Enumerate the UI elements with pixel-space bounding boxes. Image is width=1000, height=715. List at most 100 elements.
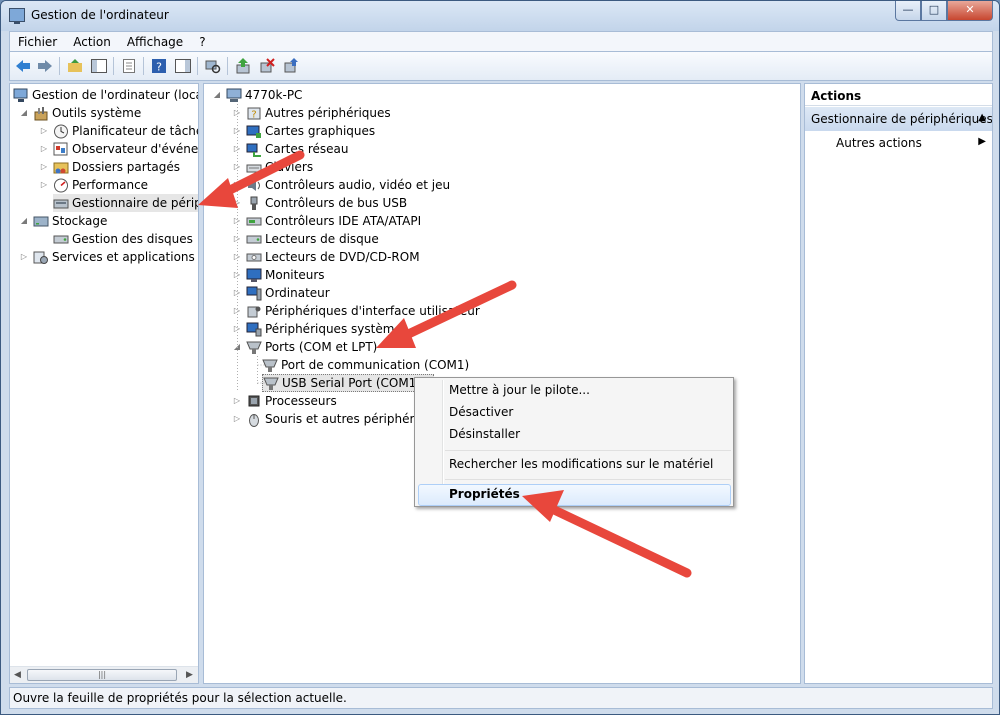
menu-fichier[interactable]: Fichier xyxy=(10,35,65,49)
tree-label-system-tools: Outils système xyxy=(52,106,142,120)
services-icon xyxy=(33,251,48,264)
horizontal-scrollbar[interactable]: ◀ ||| ▶ xyxy=(10,666,198,683)
scroll-thumb-grip: ||| xyxy=(97,670,107,679)
back-arrow-icon[interactable] xyxy=(14,57,32,75)
actions-section-label: Gestionnaire de périphériques xyxy=(811,112,992,126)
menu-separator xyxy=(445,479,731,480)
device-root-label: 4770k-PC xyxy=(245,88,303,102)
menu-uninstall[interactable]: Désinstaller xyxy=(449,427,520,441)
actions-header: Actions xyxy=(805,84,992,106)
menu-action[interactable]: Action xyxy=(65,35,119,49)
properties-icon[interactable] xyxy=(120,57,138,75)
tree-item-disk-management[interactable]: Gestion des disques xyxy=(53,230,193,248)
device-category-label: Périphériques système xyxy=(265,322,402,336)
device-category-label: Contrôleurs audio, vidéo et jeu xyxy=(265,178,451,192)
expand-arrow-icon[interactable]: ▷ xyxy=(39,162,49,172)
more-actions-item[interactable]: Autres actions ▶ xyxy=(836,136,986,150)
device-com17-selected[interactable]: USB Serial Port (COM17) xyxy=(262,374,434,392)
device-manager-icon xyxy=(53,199,69,208)
expand-arrow-icon[interactable]: ▷ xyxy=(232,414,242,424)
menu-bar: Fichier Action Affichage ? xyxy=(9,31,993,52)
update-driver-icon[interactable] xyxy=(234,57,252,75)
collapse-up-icon[interactable]: ▲ xyxy=(978,112,986,123)
menu-update-driver[interactable]: Mettre à jour le pilote... xyxy=(449,383,590,397)
scroll-thumb[interactable]: ||| xyxy=(27,669,177,681)
tools-icon xyxy=(34,106,48,120)
show-hide-action-pane-icon[interactable] xyxy=(174,57,192,75)
status-bar: Ouvre la feuille de propriétés pour la s… xyxy=(9,687,993,709)
menu-separator xyxy=(445,450,731,451)
device-category-label: Contrôleurs IDE ATA/ATAPI xyxy=(265,214,422,228)
tree-item-storage[interactable]: ◢ Stockage xyxy=(19,212,107,230)
event-viewer-icon xyxy=(53,142,68,155)
menu-scan-hardware[interactable]: Rechercher les modifications sur le maté… xyxy=(449,457,713,471)
tree-label-disk-management: Gestion des disques xyxy=(72,232,193,246)
expand-arrow-icon[interactable]: ▷ xyxy=(39,144,49,154)
device-com1[interactable]: Port de communication (COM1) xyxy=(262,356,469,374)
tree-item-performance[interactable]: ▷ Performance xyxy=(39,176,148,194)
minimize-button[interactable]: — xyxy=(895,1,921,21)
device-category[interactable]: ▷ Processeurs xyxy=(232,392,337,410)
expand-arrow-icon[interactable]: ▷ xyxy=(39,180,49,190)
processor-icon xyxy=(248,395,260,406)
console-tree-pane: Gestion de l'ordinateur (local) ◢ Outils… xyxy=(9,83,199,684)
up-folder-icon[interactable] xyxy=(66,57,84,75)
mouse-icon xyxy=(249,413,259,427)
tree-label-task-scheduler: Planificateur de tâches xyxy=(72,124,199,138)
tree-label-root: Gestion de l'ordinateur (local) xyxy=(32,88,199,102)
menu-disable[interactable]: Désactiver xyxy=(449,405,513,419)
collapse-arrow-icon[interactable]: ◢ xyxy=(212,90,222,100)
collapse-arrow-icon[interactable]: ◢ xyxy=(19,108,29,118)
status-text: Ouvre la feuille de propriétés pour la s… xyxy=(13,691,347,705)
computer-icon xyxy=(226,88,242,102)
device-category-label: Processeurs xyxy=(265,394,337,408)
tree-item-system-tools[interactable]: ◢ Outils système xyxy=(19,104,141,122)
device-category-label: Cartes graphiques xyxy=(265,124,376,138)
device-root[interactable]: ◢ 4770k-PC xyxy=(212,86,302,104)
window-title: Gestion de l'ordinateur xyxy=(31,8,169,22)
tree-item-services[interactable]: ▷ Services et applications xyxy=(19,248,195,266)
help-icon[interactable]: ? xyxy=(150,57,168,75)
menu-help[interactable]: ? xyxy=(191,35,213,49)
tree-item-shared-folders[interactable]: ▷ Dossiers partagés xyxy=(39,158,180,176)
title-bar[interactable]: Gestion de l'ordinateur — □ ✕ xyxy=(1,1,999,31)
expand-arrow-icon[interactable]: ▷ xyxy=(39,126,49,136)
close-button[interactable]: ✕ xyxy=(947,1,993,21)
tree-label-shared-folders: Dossiers partagés xyxy=(72,160,181,174)
tree-label-storage: Stockage xyxy=(52,214,108,228)
performance-icon xyxy=(54,178,68,192)
scroll-right-icon[interactable]: ▶ xyxy=(186,670,193,680)
tree-item-task-scheduler[interactable]: ▷ Planificateur de tâches xyxy=(39,122,199,140)
device-category-label: Lecteurs de disque xyxy=(265,232,379,246)
device-category-label: Ports (COM et LPT) xyxy=(265,340,378,354)
actions-pane: Actions Gestionnaire de périphériques ▲ … xyxy=(804,83,993,684)
forward-arrow-icon[interactable] xyxy=(36,57,54,75)
tree-label-device-manager: Gestionnaire de périphé xyxy=(72,196,198,210)
disable-device-icon[interactable] xyxy=(258,57,276,75)
menu-affichage[interactable]: Affichage xyxy=(119,35,191,49)
tree-label-services: Services et applications xyxy=(52,250,195,264)
storage-icon xyxy=(33,216,49,226)
expand-arrow-icon[interactable]: ▷ xyxy=(19,252,29,262)
maximize-button[interactable]: □ xyxy=(921,1,947,21)
expand-arrow-icon[interactable]: ▷ xyxy=(232,396,242,406)
tree-label-performance: Performance xyxy=(72,178,149,192)
device-label-com1: Port de communication (COM1) xyxy=(281,358,470,372)
tree-item-event-viewer[interactable]: ▷ Observateur d'événeme xyxy=(39,140,199,158)
more-actions-label: Autres actions xyxy=(836,136,922,150)
toolbar: ? xyxy=(9,52,993,81)
clock-icon xyxy=(54,124,68,138)
actions-section-device-manager[interactable]: Gestionnaire de périphériques ▲ xyxy=(805,107,992,131)
shared-folder-icon xyxy=(53,162,69,173)
menu-properties[interactable]: Propriétés xyxy=(449,487,520,501)
collapse-arrow-icon[interactable]: ◢ xyxy=(19,216,29,226)
tree-item-device-manager[interactable]: Gestionnaire de périphé xyxy=(53,194,198,212)
uninstall-device-icon[interactable] xyxy=(282,57,300,75)
computer-management-icon xyxy=(9,8,25,24)
device-category-label: Cartes réseau xyxy=(265,142,349,156)
tree-label-event-viewer: Observateur d'événeme xyxy=(72,142,199,156)
show-hide-tree-icon[interactable] xyxy=(90,57,108,75)
tree-item-root[interactable]: Gestion de l'ordinateur (local) xyxy=(13,86,199,104)
scroll-left-icon[interactable]: ◀ xyxy=(14,670,21,680)
scan-hardware-icon[interactable] xyxy=(204,57,222,75)
